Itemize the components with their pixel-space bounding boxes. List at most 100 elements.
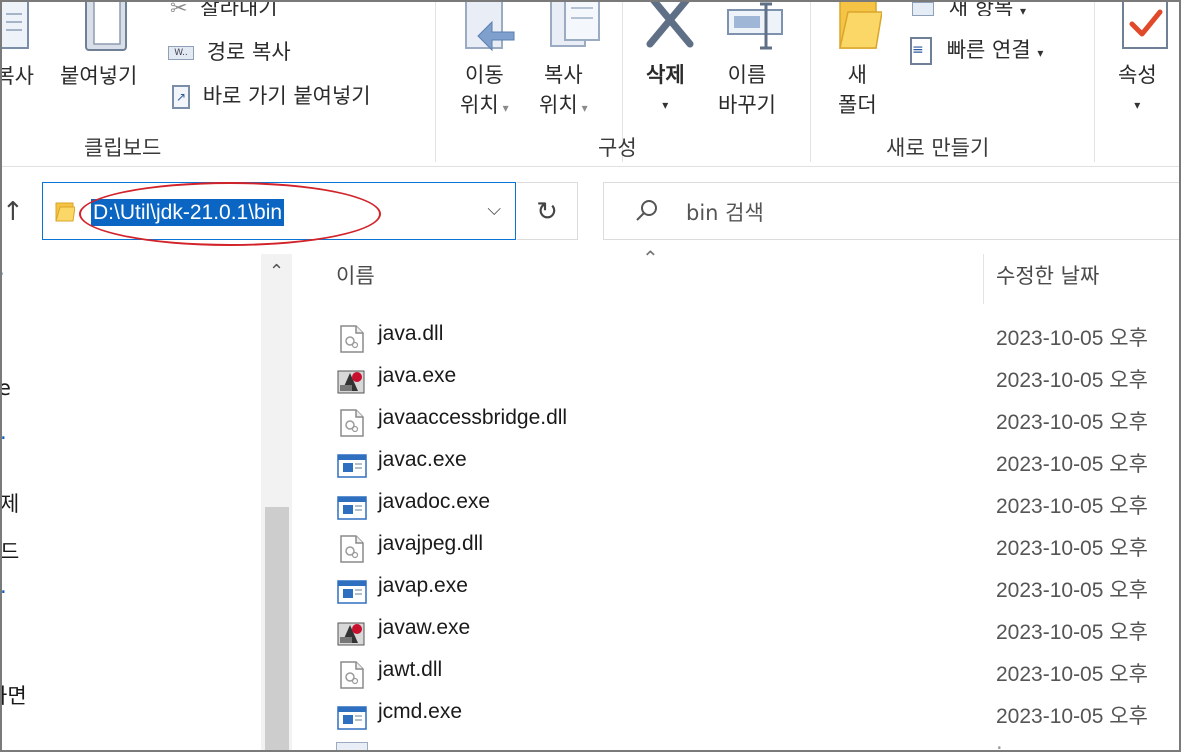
- file-date-modified: 2023-10-05 오후: [996, 621, 1148, 644]
- file-date-modified: 2023-10-05 오후: [996, 537, 1148, 560]
- new-item-icon: [912, 2, 934, 16]
- java-exe-icon: [336, 617, 368, 649]
- properties-button[interactable]: 속성 ▾: [1118, 60, 1157, 120]
- scrollbar-thumb[interactable]: [265, 507, 289, 750]
- paste-shortcut-button[interactable]: ↗ 바로 가기 붙여넣기: [172, 80, 371, 110]
- move-to-button[interactable]: 이동 위치 ▾: [460, 60, 509, 123]
- file-row[interactable]: jcmd.exe 2023-10-05 오후: [332, 698, 1179, 740]
- file-date-modified: 2023-10-05 오후: [996, 663, 1148, 686]
- java-exe-icon: [336, 365, 368, 397]
- file-name: javap.exe: [378, 574, 468, 597]
- file-row[interactable]: javadoc.exe 2023-10-05 오후: [332, 488, 1179, 530]
- copy-icon: [2, 2, 29, 49]
- file-date-modified: 2023-10-05 오후: [996, 453, 1148, 476]
- sort-ascending-icon: ⌃: [642, 246, 659, 270]
- chevron-down-icon: ▾: [1020, 4, 1027, 16]
- paste-shortcut-icon: ↗: [172, 85, 190, 109]
- navigation-pane: · e · 제 드 · 화면: [2, 254, 294, 750]
- chevron-down-icon: ▾: [1037, 46, 1044, 60]
- file-date-modified: 2023-10-05 오후: [996, 327, 1148, 350]
- clipboard-group-label: 클립보드: [84, 136, 162, 160]
- nav-item-partial[interactable]: ·: [2, 262, 5, 286]
- copy-to-icon: [550, 2, 600, 47]
- exe-window-icon: [336, 701, 368, 733]
- file-row[interactable]: jawt.dll 2023-10-05 오후: [332, 656, 1179, 698]
- file-name: javadoc.exe: [378, 490, 491, 513]
- file-row[interactable]: javaw.exe 2023-10-05 오후: [332, 614, 1179, 656]
- exe-window-icon: [336, 575, 368, 607]
- group-separator: [1094, 2, 1095, 162]
- cut-button[interactable]: ✂ 잘라내기: [170, 2, 278, 16]
- chevron-up-icon[interactable]: ⌃: [261, 254, 292, 290]
- partial-row: · · ·: [332, 292, 452, 304]
- copy-to-button[interactable]: 복사 위치 ▾: [539, 60, 588, 123]
- dll-file-icon: [336, 659, 368, 691]
- file-date-modified: 2023-10-05 오후: [996, 579, 1148, 602]
- copy-button[interactable]: 복사: [2, 60, 34, 90]
- new-folder-icon: [839, 2, 882, 49]
- delete-x-icon: [646, 2, 694, 48]
- new-group-label: 새로 만들기: [886, 136, 990, 160]
- easy-access-button[interactable]: ≡ 빠른 연결 ▾: [910, 34, 1043, 65]
- file-row[interactable]: javap.exe 2023-10-05 오후: [332, 572, 1179, 614]
- group-separator: [435, 2, 436, 162]
- search-box[interactable]: bin 검색: [603, 182, 1179, 240]
- file-date-modified: 2023-10-05 오후: [996, 705, 1148, 728]
- folder-icon: [55, 202, 75, 222]
- copy-path-icon: W..: [168, 46, 194, 60]
- paste-icon: [85, 2, 127, 51]
- partial-row: ·: [332, 742, 1179, 750]
- search-input[interactable]: bin 검색: [686, 197, 764, 227]
- move-to-icon: [465, 2, 515, 52]
- dll-file-icon: [336, 323, 368, 355]
- exe-window-icon: [336, 449, 368, 481]
- address-bar[interactable]: D:\Util\jdk-21.0.1\bin ⌵: [42, 182, 516, 240]
- file-row[interactable]: javaaccessbridge.dll 2023-10-05 오후: [332, 404, 1179, 446]
- file-date-modified: 2023-10-05 오후: [996, 495, 1148, 518]
- chevron-down-icon: ▾: [1134, 98, 1141, 112]
- nav-item-partial[interactable]: ·: [2, 426, 7, 450]
- properties-check-icon: [1122, 2, 1168, 49]
- nav-item-partial[interactable]: 드: [2, 536, 19, 566]
- ribbon: 복사 붙여넣기 ✂ 잘라내기 W.. 경로 복사 ↗ 바로 가기 붙여넣기 클립…: [2, 2, 1179, 167]
- refresh-icon[interactable]: ↻: [517, 182, 578, 240]
- file-explorer-window: 복사 붙여넣기 ✂ 잘라내기 W.. 경로 복사 ↗ 바로 가기 붙여넣기 클립…: [0, 0, 1181, 752]
- file-date-modified: 2023-10-05 오후: [996, 411, 1148, 434]
- nav-item-partial[interactable]: ·: [2, 580, 7, 604]
- rename-icon: [727, 2, 783, 50]
- up-arrow-icon[interactable]: ↑: [2, 194, 28, 230]
- dll-file-icon: [336, 407, 368, 439]
- new-item-button[interactable]: 새 항목 ▾: [912, 2, 1026, 16]
- new-folder-button[interactable]: 새 폴더: [838, 60, 877, 120]
- organize-group-label: 구성: [598, 136, 637, 160]
- delete-button[interactable]: 삭제 ▾: [646, 60, 685, 120]
- file-name: javac.exe: [378, 448, 467, 471]
- nav-item-partial[interactable]: 화면: [2, 680, 27, 710]
- file-row[interactable]: javajpeg.dll 2023-10-05 오후: [332, 530, 1179, 572]
- address-path-text[interactable]: D:\Util\jdk-21.0.1\bin: [91, 199, 285, 226]
- column-header-name[interactable]: 이름: [336, 260, 375, 290]
- file-name: java.exe: [378, 364, 457, 387]
- file-row[interactable]: java.dll 2023-10-05 오후: [332, 320, 1179, 362]
- nav-item-partial[interactable]: 제: [2, 488, 19, 518]
- scissors-icon: ✂: [170, 2, 188, 16]
- chevron-down-icon[interactable]: ⌵: [487, 199, 501, 220]
- file-row[interactable]: java.exe 2023-10-05 오후: [332, 362, 1179, 404]
- file-name: javaaccessbridge.dll: [378, 406, 568, 429]
- file-name: jawt.dll: [378, 658, 443, 681]
- nav-item-partial[interactable]: e: [2, 376, 11, 400]
- file-list: java.dll 2023-10-05 오후 java.exe 2023-10-05 …: [332, 320, 1179, 750]
- column-separator[interactable]: [983, 254, 984, 304]
- rename-button[interactable]: 이름 바꾸기: [718, 60, 776, 120]
- chevron-down-icon: ▾: [662, 98, 669, 112]
- column-header-date-modified[interactable]: 수정한 날짜: [996, 260, 1099, 290]
- copy-path-button[interactable]: W.. 경로 복사: [168, 36, 291, 66]
- exe-window-icon: [336, 491, 368, 523]
- file-name: javajpeg.dll: [378, 532, 484, 555]
- dll-file-icon: [336, 533, 368, 565]
- chevron-down-icon: ▾: [502, 101, 509, 115]
- paste-button[interactable]: 붙여넣기: [60, 60, 137, 90]
- easy-access-icon: ≡: [910, 37, 932, 65]
- file-name: javaw.exe: [378, 616, 471, 639]
- file-row[interactable]: javac.exe 2023-10-05 오후: [332, 446, 1179, 488]
